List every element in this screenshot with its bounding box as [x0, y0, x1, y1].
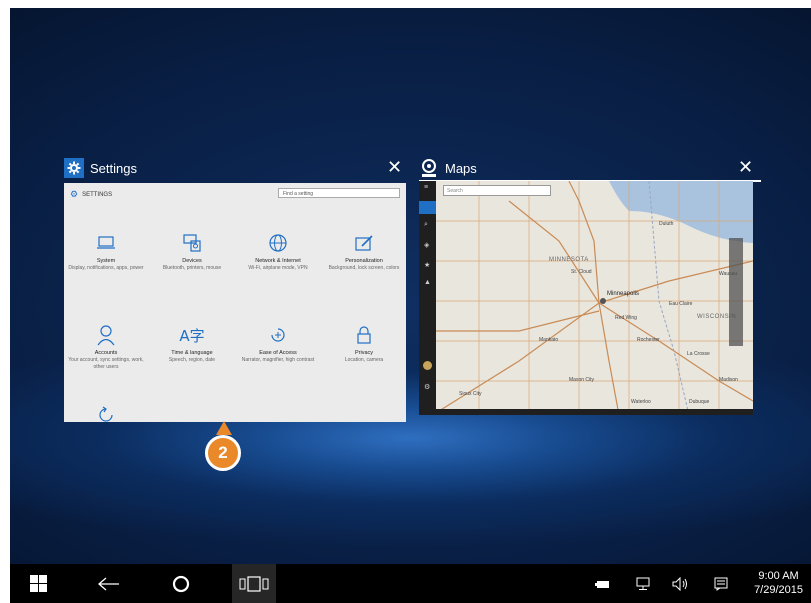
- map-label-city: Minneapolis: [607, 291, 640, 297]
- item-desc: Wi-Fi, airplane mode, VPN: [248, 265, 308, 271]
- settings-header-label: SETTINGS: [82, 191, 113, 198]
- windows-logo-icon: [29, 575, 47, 592]
- callout-pointer: [216, 421, 232, 435]
- taskbar: 9:00 AM 7/29/2015: [10, 564, 811, 603]
- map-label-city: Eau Claire: [669, 301, 693, 307]
- maps-search-input[interactable]: Search: [443, 185, 551, 196]
- settings-window-header[interactable]: Settings: [64, 157, 137, 179]
- map-label-city: St. Cloud: [571, 269, 592, 275]
- ease-of-access-icon: [238, 323, 318, 347]
- item-title: Privacy: [354, 350, 374, 356]
- directions-icon[interactable]: ◈: [424, 241, 429, 249]
- search-icon[interactable]: ⌕: [424, 221, 428, 229]
- maps-sidebar-active: [419, 201, 436, 214]
- map-label-city: Sioux City: [459, 391, 482, 397]
- item-desc: Background, lock screen, colors: [328, 265, 400, 271]
- collections-icon[interactable]: ▲: [424, 279, 431, 286]
- map-label-city: Madison: [719, 377, 738, 383]
- maps-close-button[interactable]: ✕: [738, 159, 753, 177]
- battery-icon: [595, 580, 609, 588]
- settings-item-devices[interactable]: Devices Bluetooth, printers, mouse: [152, 231, 232, 272]
- settings-item-accounts[interactable]: Accounts Your account, sync settings, wo…: [66, 323, 146, 370]
- language-icon: A字: [179, 326, 205, 345]
- volume-button[interactable]: [670, 564, 692, 603]
- settings-header: ⚙ SETTINGS: [70, 189, 112, 200]
- map-label-city: Mason City: [569, 377, 595, 383]
- start-button[interactable]: [22, 564, 54, 603]
- user-avatar[interactable]: [423, 361, 432, 370]
- action-center-button[interactable]: [710, 564, 732, 603]
- laptop-icon: [66, 231, 146, 255]
- map-label-city: Duluth: [659, 221, 674, 227]
- settings-item-privacy[interactable]: Privacy Location, camera: [324, 323, 404, 364]
- item-desc: Display, notifications, apps, power: [68, 265, 144, 271]
- item-title: Network & Internet: [255, 258, 301, 264]
- back-button[interactable]: [93, 564, 125, 603]
- settings-item-network[interactable]: Network & Internet Wi-Fi, airplane mode,…: [238, 231, 318, 272]
- map-label-state: MINNESOTA: [549, 257, 589, 263]
- map-label-city: Waterloo: [631, 399, 651, 405]
- network-button[interactable]: [632, 564, 654, 603]
- battery-button[interactable]: [592, 564, 614, 603]
- item-title: Devices: [182, 258, 202, 264]
- item-title: Ease of Access: [259, 350, 297, 356]
- favorites-icon[interactable]: ★: [424, 261, 430, 269]
- item-title: Time & language: [171, 350, 213, 356]
- small-gear-icon: ⚙: [70, 189, 79, 199]
- clock[interactable]: 9:00 AM 7/29/2015: [754, 569, 803, 597]
- maps-sidebar: ≡ ⌕ ◈ ★ ▲ ⚙: [419, 181, 436, 415]
- task-view-button[interactable]: [232, 564, 276, 603]
- settings-window-thumbnail[interactable]: ⚙ SETTINGS Find a setting System Display…: [64, 183, 406, 422]
- maps-window-title: Maps: [445, 160, 477, 176]
- item-title: Accounts: [94, 350, 118, 356]
- settings-icon[interactable]: ⚙: [424, 383, 430, 391]
- clock-date: 7/29/2015: [754, 584, 803, 596]
- item-title: Personalization: [345, 258, 383, 264]
- map-controls[interactable]: [729, 238, 743, 346]
- map-label-city: La Crosse: [687, 351, 710, 357]
- settings-item-update[interactable]: [66, 403, 146, 422]
- person-icon: [66, 323, 146, 347]
- speaker-icon: [672, 576, 687, 591]
- back-arrow-icon: [98, 577, 119, 590]
- map-label-city: Mankato: [539, 337, 559, 343]
- step-badge: 2: [205, 435, 241, 471]
- item-desc: Location, camera: [344, 357, 384, 363]
- item-title: System: [96, 258, 116, 264]
- settings-gear-icon: [64, 158, 84, 178]
- cortana-button[interactable]: [165, 564, 197, 603]
- settings-item-personalization[interactable]: Personalization Background, lock screen,…: [324, 231, 404, 272]
- maps-bottom-bar: [419, 409, 753, 415]
- map-label-city: Red Wing: [615, 315, 637, 321]
- maps-pin-icon: [419, 158, 439, 178]
- maps-window-header[interactable]: Maps: [419, 157, 477, 179]
- paint-icon: [324, 231, 404, 255]
- cortana-circle-icon: [172, 575, 190, 592]
- settings-close-button[interactable]: ✕: [387, 159, 402, 177]
- settings-item-time-language[interactable]: A字 Time & language Speech, region, date: [152, 323, 232, 364]
- update-icon: [66, 403, 146, 422]
- settings-search-input[interactable]: Find a setting: [278, 188, 400, 198]
- settings-item-system[interactable]: System Display, notifications, apps, pow…: [66, 231, 146, 272]
- settings-window-title: Settings: [90, 160, 137, 176]
- clock-time: 9:00 AM: [758, 570, 799, 582]
- map-label-city: Dubuque: [689, 399, 710, 405]
- settings-item-ease-of-access[interactable]: Ease of Access Narrator, magnifier, high…: [238, 323, 318, 364]
- item-desc: Your account, sync settings, work, other…: [68, 357, 144, 370]
- network-icon: [636, 577, 650, 590]
- desktop-background: Settings ✕ ⚙ SETTINGS Find a setting Sys…: [10, 8, 811, 603]
- lock-icon: [324, 323, 404, 347]
- hamburger-icon[interactable]: ≡: [424, 184, 428, 191]
- globe-icon: [238, 231, 318, 255]
- task-view-icon: [239, 575, 269, 592]
- maps-window-thumbnail[interactable]: ≡ ⌕ ◈ ★ ▲ ⚙ Search MINNESOTA Minneapolis…: [419, 181, 753, 415]
- action-center-icon: [714, 577, 728, 591]
- map-label-city: Rochester: [637, 337, 660, 343]
- item-desc: Bluetooth, printers, mouse: [162, 265, 222, 271]
- keyboard-printer-icon: [152, 231, 232, 255]
- item-desc: Speech, region, date: [168, 357, 216, 363]
- item-desc: Narrator, magnifier, high contrast: [241, 357, 315, 363]
